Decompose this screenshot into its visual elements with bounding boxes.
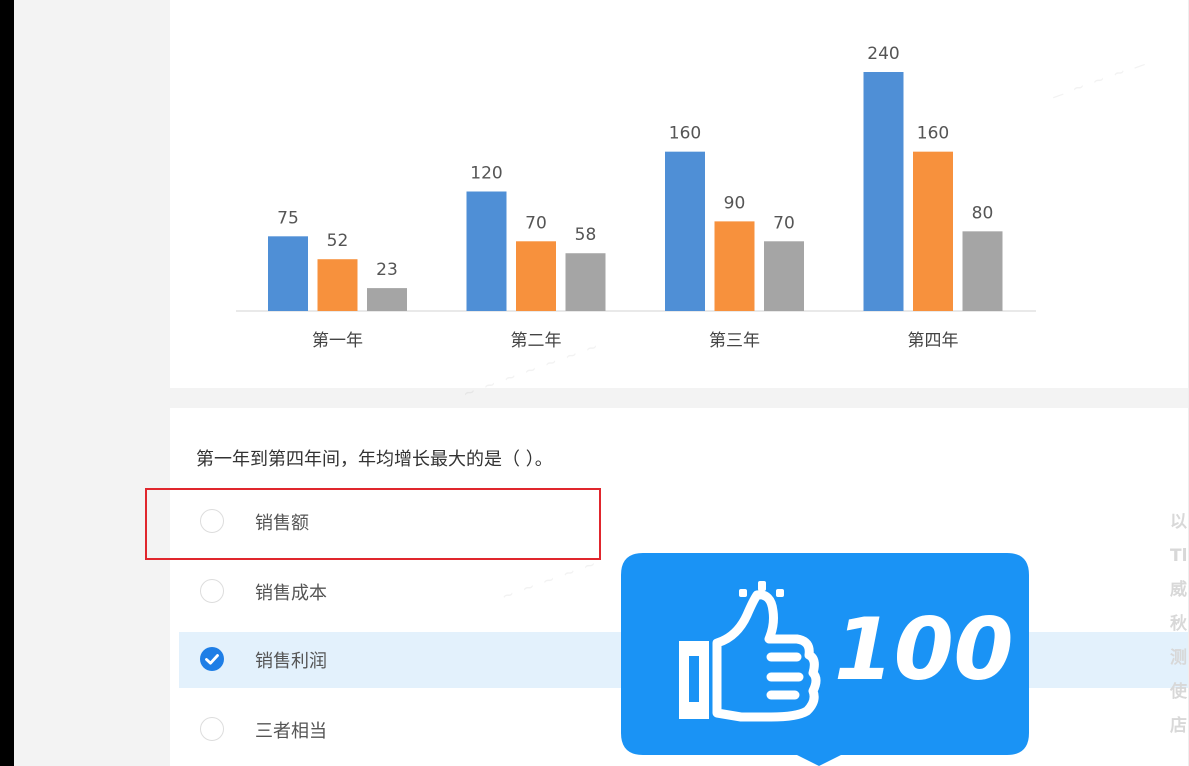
side-char: 以 — [1170, 512, 1187, 532]
data-label: 80 — [972, 203, 994, 223]
category-label: 第三年 — [709, 331, 760, 351]
data-label: 70 — [773, 213, 795, 233]
bar — [714, 221, 755, 311]
data-label: 70 — [525, 213, 547, 233]
data-label: 52 — [327, 231, 349, 251]
bar — [317, 259, 358, 311]
side-char: 测 — [1170, 648, 1187, 668]
bar — [367, 288, 407, 311]
data-label: 160 — [917, 124, 949, 144]
data-label: 58 — [575, 225, 597, 245]
option-label: 三者相当 — [255, 721, 327, 742]
category-label: 第一年 — [312, 331, 363, 351]
bar — [764, 241, 804, 311]
bar — [665, 151, 705, 311]
data-label: 240 — [867, 44, 899, 64]
side-char: 使 — [1170, 682, 1187, 702]
chart-card: 75 52 23 第一年 120 70 58 第二年 160 90 70 第三年 240 160 80 第四年 — [170, 0, 1188, 388]
category-label: 第二年 — [511, 331, 562, 351]
option-label: 销售利润 — [255, 651, 327, 672]
bar — [913, 151, 953, 311]
radio-button[interactable] — [200, 579, 224, 603]
category-label: 第四年 — [908, 331, 959, 351]
bar — [516, 241, 556, 311]
side-char: Tl — [1170, 546, 1188, 566]
bar-chart: 75 52 23 第一年 120 70 58 第二年 160 90 70 第三年 240 160 80 第四年 — [236, 44, 1036, 351]
data-label: 23 — [376, 260, 398, 280]
question-text: 第一年到第四年间，年均增长最大的是（ ）。 — [196, 449, 553, 470]
data-label: 120 — [470, 164, 502, 184]
section-divider — [170, 388, 1188, 408]
side-char: 秋 — [1170, 614, 1187, 634]
bar — [466, 191, 507, 311]
bar — [962, 231, 1003, 311]
radio-button[interactable] — [200, 717, 224, 741]
like-count: 100 — [834, 600, 1014, 700]
data-label: 90 — [724, 193, 746, 213]
side-char: 威 — [1170, 580, 1187, 600]
left-gutter — [14, 0, 170, 766]
data-label: 160 — [669, 124, 701, 144]
data-label: 75 — [277, 208, 299, 228]
side-text-column: 以 Tl 威 秋 测 使 店 — [1170, 505, 1189, 743]
checkmark-icon — [205, 654, 219, 665]
bar — [565, 253, 606, 311]
left-black-band — [0, 0, 14, 766]
bar — [268, 236, 308, 311]
checked-radio-icon[interactable] — [200, 647, 224, 671]
bar — [863, 72, 904, 311]
red-highlight-box — [145, 488, 601, 560]
side-char: 店 — [1170, 716, 1187, 736]
option-label: 销售成本 — [255, 583, 327, 604]
